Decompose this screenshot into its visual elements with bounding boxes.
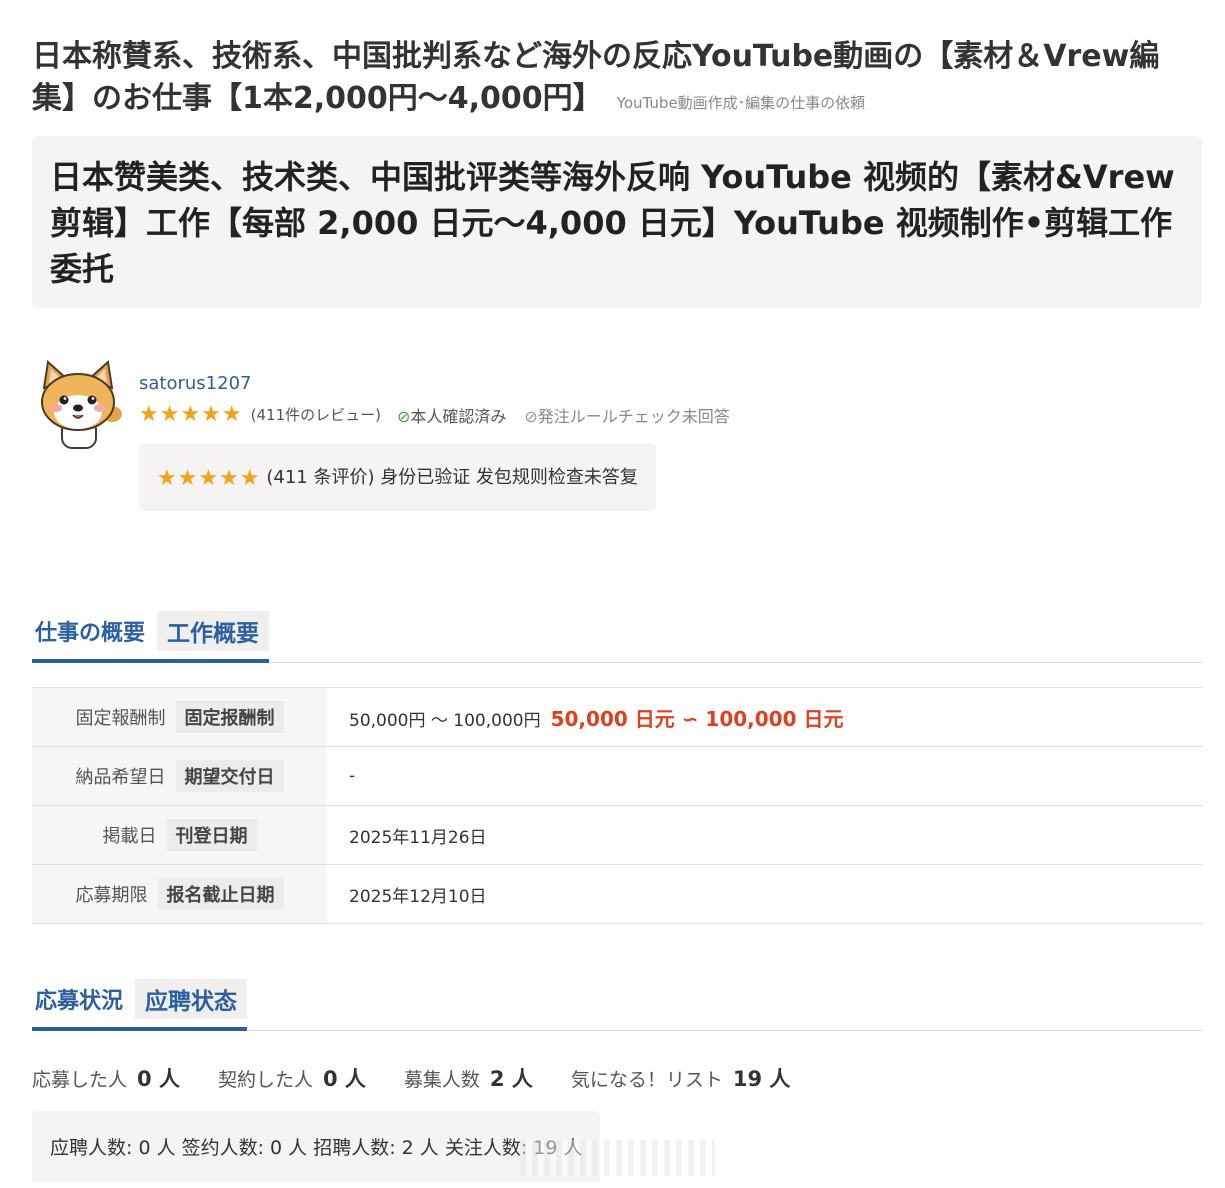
contracted-stat: 契約した人 0 人 bbox=[217, 1067, 366, 1091]
delivery-date-value: - bbox=[327, 746, 1202, 806]
job-page: 日本称賛系、技術系、中国批判系など海外の反応YouTube動画の【素材＆Vrew… bbox=[32, 36, 1202, 1182]
application-stats-translation: 应聘人数: 0 人 签约人数: 0 人 招聘人数: 2 人 关注人数: 19 人 bbox=[32, 1111, 601, 1182]
rule-check-label: 発注ルールチェック未回答 bbox=[537, 406, 730, 426]
applicants-stat: 応募した人 0 人 bbox=[32, 1067, 180, 1091]
fee-type-label: 固定報酬制 固定报酬制 bbox=[32, 687, 327, 747]
fee-type-label-translation: 固定报酬制 bbox=[175, 701, 284, 733]
client-meta: ★★★★★ (411件のレビュー) ⊘本人確認済み ⊘発注ルールチェック未回答 bbox=[139, 402, 730, 427]
application-heading-label: 応募状況 bbox=[35, 989, 124, 1014]
application-heading-translation: 应聘状态 bbox=[135, 979, 248, 1019]
job-title-text: 日本称賛系、技術系、中国批判系など海外の反応YouTube動画の【素材＆Vrew… bbox=[32, 39, 1160, 116]
client-section: satorus1207 ★★★★★ (411件のレビュー) ⊘本人確認済み ⊘発… bbox=[32, 358, 1202, 568]
table-row: 固定報酬制 固定报酬制 50,000円 〜 100,000円 50,000 日元 ∽… bbox=[32, 687, 1202, 747]
job-category[interactable]: YouTube動画作成･編集の仕事の依頼 bbox=[617, 94, 866, 112]
price-range: 50,000円 〜 100,000円 bbox=[349, 710, 541, 731]
deadline-label: 応募期限 报名截止日期 bbox=[32, 864, 327, 924]
price-range-translation: 50,000 日元 ∽ 100,000 日元 bbox=[550, 706, 844, 731]
application-heading: 応募状況 应聘状态 bbox=[32, 979, 1202, 1031]
overview-heading-translation: 工作概要 bbox=[157, 611, 270, 651]
client-meta-translation: ★★★★★ (411 条评价) 身份已验证 发包规则检查未答复 bbox=[139, 443, 656, 511]
title-translation: 日本赞美类、技术类、中国批评类等海外反响 YouTube 视频的【素材&Vrew… bbox=[50, 158, 1175, 288]
rule-check-badge[interactable]: ⊘発注ルールチェック未回答 bbox=[524, 403, 729, 427]
deadline-label-translation: 报名截止日期 bbox=[157, 878, 284, 910]
overview-heading-label: 仕事の概要 bbox=[35, 621, 146, 646]
watermark bbox=[520, 1140, 715, 1176]
table-row: 応募期限 报名截止日期 2025年12月10日 bbox=[32, 864, 1202, 924]
table-row: 掲載日 刊登日期 2025年11月26日 bbox=[32, 805, 1202, 865]
identity-verified-badge: ⊘本人確認済み bbox=[397, 403, 506, 427]
title-translation-box: 日本赞美类、技术类、中国批评类等海外反响 YouTube 视频的【素材&Vrew… bbox=[32, 136, 1202, 308]
fee-value: 50,000円 〜 100,000円 50,000 日元 ∽ 100,000 日元 bbox=[327, 687, 1202, 747]
identity-verified-label: 本人確認済み bbox=[410, 406, 507, 426]
overview-heading: 仕事の概要 工作概要 bbox=[32, 611, 1202, 663]
review-count-link[interactable]: (411件のレビュー) bbox=[251, 404, 381, 425]
check-circle-icon: ⊘ bbox=[396, 406, 411, 426]
delivery-date-label-translation: 期望交付日 bbox=[175, 760, 284, 792]
client-meta-translation-text: (411 条评价) 身份已验证 发包规则检查未答复 bbox=[266, 467, 638, 488]
posted-date-value: 2025年11月26日 bbox=[327, 805, 1202, 865]
client-avatar-icon[interactable] bbox=[32, 358, 124, 450]
deadline-value: 2025年12月10日 bbox=[327, 864, 1202, 924]
watchlist-stat: 気になる！リスト 19 人 bbox=[570, 1067, 791, 1091]
recruit-count-stat: 募集人数 2 人 bbox=[403, 1067, 533, 1091]
job-overview-table: 固定報酬制 固定报酬制 50,000円 〜 100,000円 50,000 日元 ∽… bbox=[32, 687, 1202, 924]
rating-stars: ★★★★★ bbox=[139, 402, 243, 427]
posted-date-label: 掲載日 刊登日期 bbox=[32, 805, 327, 865]
application-stats: 応募した人 0 人 契約した人 0 人 募集人数 2 人 気になる！リスト 19 人 bbox=[32, 1063, 1202, 1093]
client-info: satorus1207 ★★★★★ (411件のレビュー) ⊘本人確認済み ⊘発… bbox=[139, 358, 730, 511]
posted-date-label-translation: 刊登日期 bbox=[166, 819, 257, 851]
delivery-date-label: 納品希望日 期望交付日 bbox=[32, 746, 327, 806]
client-name-link[interactable]: satorus1207 bbox=[139, 373, 730, 394]
table-row: 納品希望日 期望交付日 - bbox=[32, 746, 1202, 806]
job-title: 日本称賛系、技術系、中国批判系など海外の反応YouTube動画の【素材＆Vrew… bbox=[32, 36, 1202, 124]
check-circle-icon: ⊘ bbox=[524, 406, 538, 426]
rating-stars-translation: ★★★★★ bbox=[157, 466, 261, 491]
